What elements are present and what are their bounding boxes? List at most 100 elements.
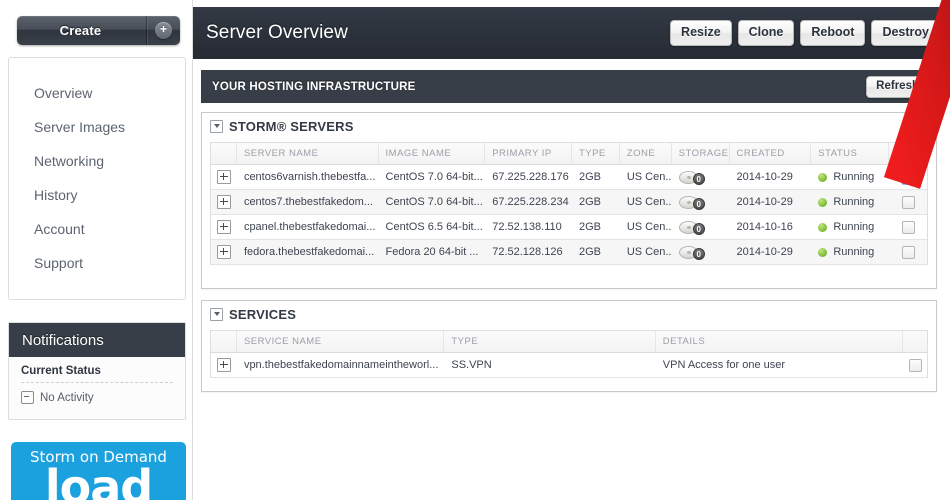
cell-storage: 0 — [672, 165, 730, 189]
cell-server-name: fedora.thebestfakedomai... — [243, 246, 375, 258]
status-label: Running — [833, 171, 875, 183]
cell-service-name: vpn.thebestfakedomainnameintheworl... — [243, 359, 439, 371]
cell-select — [889, 165, 927, 189]
cell-server-name: centos6varnish.thebestfa... — [243, 171, 376, 183]
table-row[interactable]: centos7.thebestfakedom... CentOS 7.0 64-… — [211, 190, 927, 215]
infrastructure-title: YOUR HOSTING INFRASTRUCTURE — [212, 80, 416, 93]
collapse-toggle-icon[interactable] — [210, 307, 223, 321]
cell-storage: 0 — [672, 190, 730, 214]
disk-count-badge: 0 — [692, 222, 705, 235]
cell-type: 2GB — [578, 221, 601, 233]
status-dot-icon — [818, 197, 828, 207]
main-content: Server Overview Resize Clone Reboot Dest… — [193, 0, 950, 500]
sidebar-nav-panel: Overview Server Images Networking Histor… — [8, 57, 186, 300]
row-expander-cell — [211, 165, 237, 189]
col-service-details: DETAILS — [656, 331, 904, 352]
cell-image-name: CentOS 7.0 64-bit... — [385, 196, 483, 208]
row-select-checkbox[interactable] — [901, 170, 915, 184]
row-select-checkbox[interactable] — [901, 195, 915, 209]
status-dot-icon — [818, 172, 828, 182]
table-row[interactable]: cpanel.thebestfakedomai... CentOS 6.5 64… — [211, 215, 927, 240]
sidebar-item-networking[interactable]: Networking — [34, 153, 104, 169]
sidebar-item-server-images[interactable]: Server Images — [34, 119, 125, 135]
cell-server-name: cpanel.thebestfakedomai... — [243, 221, 376, 233]
refresh-button[interactable]: Refresh — [866, 75, 929, 98]
row-select-checkbox[interactable] — [901, 220, 915, 234]
row-select-checkbox[interactable] — [901, 245, 915, 259]
resize-button[interactable]: Resize — [670, 20, 732, 46]
page-title: Server Overview — [206, 22, 348, 43]
cell-zone: US Cen... — [626, 221, 672, 233]
cell-zone: US Cen... — [626, 171, 672, 183]
expand-row-icon[interactable] — [217, 195, 231, 209]
servers-table: SERVER NAME IMAGE NAME PRIMARY IP TYPE Z… — [210, 142, 928, 265]
cell-select — [903, 353, 927, 377]
table-row[interactable]: fedora.thebestfakedomai... Fedora 20 64-… — [211, 240, 927, 265]
disk-count-badge: 0 — [692, 247, 705, 260]
col-expander — [211, 331, 237, 352]
services-table-header-row: SERVICE NAME TYPE DETAILS — [211, 331, 927, 353]
create-button[interactable]: Create + — [17, 16, 180, 45]
col-status: STATUS — [811, 143, 890, 164]
col-created: CREATED — [730, 143, 812, 164]
disk-icon: 0 — [678, 220, 705, 235]
cell-status: Running — [811, 190, 889, 214]
cell-primary-ip: 72.52.138.110 — [492, 221, 562, 233]
cell-zone: US Cen... — [626, 246, 672, 258]
cell-storage: 0 — [672, 240, 730, 264]
sidebar-item-support[interactable]: Support — [34, 255, 83, 271]
expand-row-icon[interactable] — [217, 170, 231, 184]
cell-select — [889, 215, 927, 239]
row-select-checkbox[interactable] — [908, 358, 922, 372]
cell-primary-ip: 67.225.228.234 — [492, 196, 569, 208]
sidebar: Create + Overview Server Images Networki… — [0, 0, 193, 500]
services-title: SERVICES — [229, 306, 297, 322]
create-button-label: Create — [59, 23, 102, 38]
cell-type: 2GB — [578, 246, 601, 258]
cell-select — [889, 190, 927, 214]
status-label: Running — [833, 246, 875, 258]
table-row[interactable]: vpn.thebestfakedomainnameintheworl... SS… — [211, 353, 927, 378]
table-row[interactable]: centos6varnish.thebestfa... CentOS 7.0 6… — [211, 165, 927, 190]
cell-type: 2GB — [578, 196, 601, 208]
clone-button[interactable]: Clone — [737, 20, 795, 46]
sidebar-item-overview[interactable]: Overview — [34, 85, 92, 101]
notifications-title: Notifications — [22, 331, 104, 349]
expand-row-icon[interactable] — [217, 220, 231, 234]
notifications-header: Notifications — [9, 323, 185, 357]
col-server-name: SERVER NAME — [237, 143, 379, 164]
create-plus-button[interactable]: + — [147, 16, 180, 45]
cell-status: Running — [811, 240, 889, 264]
collapse-toggle-icon[interactable] — [210, 119, 223, 133]
reboot-button[interactable]: Reboot — [800, 20, 866, 46]
servers-table-header-row: SERVER NAME IMAGE NAME PRIMARY IP TYPE Z… — [211, 143, 927, 165]
infrastructure-bar: YOUR HOSTING INFRASTRUCTURE Refresh — [201, 70, 937, 103]
page-header: Server Overview Resize Clone Reboot Dest… — [193, 7, 950, 59]
cell-primary-ip: 72.52.128.126 — [492, 246, 563, 258]
row-expander-cell — [211, 240, 237, 264]
expand-row-icon[interactable] — [217, 358, 231, 372]
status-dot-icon — [818, 247, 828, 257]
expand-row-icon[interactable] — [217, 245, 231, 259]
col-select — [889, 143, 927, 164]
promo-banner[interactable]: Storm on Demand load — [11, 442, 186, 500]
col-storage: STORAGE — [672, 143, 730, 164]
storm-servers-title: STORM® SERVERS — [229, 118, 354, 134]
destroy-button[interactable]: Destroy — [871, 20, 940, 46]
cell-server-name: centos7.thebestfakedom... — [243, 196, 373, 208]
cell-type: 2GB — [578, 171, 601, 183]
sidebar-item-history[interactable]: History — [34, 187, 78, 203]
sidebar-item-account[interactable]: Account — [34, 221, 85, 237]
cell-image-name: CentOS 7.0 64-bit... — [385, 171, 483, 183]
col-primary-ip: PRIMARY IP — [485, 143, 572, 164]
col-select — [903, 331, 927, 352]
col-service-type: TYPE — [444, 331, 656, 352]
server-overview-page: Create + Overview Server Images Networki… — [0, 0, 950, 500]
services-panel-header: SERVICES — [202, 301, 936, 327]
cell-image-name: Fedora 20 64-bit ... — [385, 246, 479, 258]
status-label: Running — [833, 196, 875, 208]
col-type: TYPE — [572, 143, 620, 164]
current-status-label: Current Status — [21, 365, 173, 383]
status-label: Running — [833, 221, 875, 233]
notification-item[interactable]: No Activity — [21, 391, 173, 404]
